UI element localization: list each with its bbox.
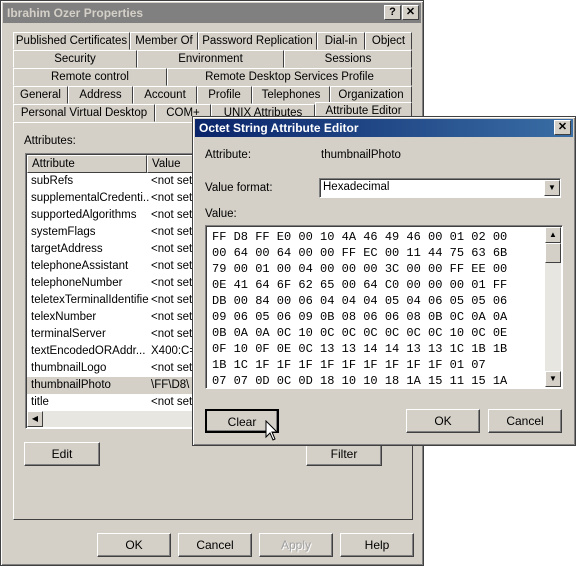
scroll-down-button[interactable]: ▼ xyxy=(545,371,561,387)
editor-close-button[interactable]: ✕ xyxy=(554,120,571,135)
attribute-name-cell: targetAddress xyxy=(31,243,103,255)
tab-environment[interactable]: Environment xyxy=(137,50,284,68)
value-format-selected: Hexadecimal xyxy=(323,181,390,193)
attribute-name-cell: supportedAlgorithms xyxy=(31,209,137,221)
chevron-down-icon[interactable]: ▼ xyxy=(544,180,560,196)
tab-address[interactable]: Address xyxy=(68,86,133,104)
hex-line: 0B 0A 0A 0C 10 0C 0C 0C 0C 0C 0C 10 0C 0… xyxy=(212,326,508,340)
attribute-name-cell: supplementalCredenti... xyxy=(31,192,149,204)
attribute-label: Attribute: xyxy=(205,149,252,161)
attribute-name-cell: subRefs xyxy=(31,175,74,187)
table-row[interactable]: targetAddress <not set> xyxy=(27,241,199,258)
attribute-name-cell: thumbnailPhoto xyxy=(31,379,111,391)
ok-button[interactable]: OK xyxy=(97,533,171,557)
hex-line: DB 00 84 00 06 04 04 04 05 04 06 05 05 0… xyxy=(212,294,508,308)
help-caption-button[interactable]: ? xyxy=(384,5,401,20)
column-header-attribute[interactable]: Attribute xyxy=(27,155,147,173)
horizontal-scrollbar[interactable]: ◀ xyxy=(27,411,199,427)
properties-title: Ibrahim Ozer Properties xyxy=(7,6,144,20)
hex-line: 0E 41 64 6F 62 65 00 64 C0 00 00 00 01 F… xyxy=(212,278,508,292)
close-icon: ✕ xyxy=(557,121,568,133)
tab-sessions[interactable]: Sessions xyxy=(284,50,412,68)
table-row[interactable]: subRefs <not set> xyxy=(27,173,199,190)
editor-cancel-button[interactable]: Cancel xyxy=(488,409,562,433)
hex-line: 1B 1C 1F 1F 1F 1F 1F 1F 1F 1F 1F 01 07 xyxy=(212,358,486,372)
hex-line: 79 00 01 00 04 00 00 00 3C 00 00 FF EE 0… xyxy=(212,262,508,276)
table-row[interactable]: thumbnailLogo <not set> xyxy=(27,360,199,377)
hex-line: 0F 10 0F 0E 0C 13 13 14 14 13 13 1C 1B 1… xyxy=(212,342,508,356)
tab-remote-control[interactable]: Remote control xyxy=(13,68,167,86)
editor-titlebar: Octet String Attribute Editor xyxy=(195,119,573,137)
value-format-label: Value format: xyxy=(205,182,273,194)
attribute-name-cell: telephoneAssistant xyxy=(31,260,129,272)
attribute-name-cell: textEncodedORAddr... xyxy=(31,345,146,357)
attributes-rows: subRefs <not set> supplementalCredenti... <… xyxy=(27,173,199,411)
tab-published-certificates[interactable]: Published Certificates xyxy=(13,32,130,50)
tab-rds-profile[interactable]: Remote Desktop Services Profile xyxy=(167,68,412,86)
tab-general[interactable]: General xyxy=(13,86,68,104)
tab-profile[interactable]: Profile xyxy=(197,86,252,104)
value-format-select[interactable]: Hexadecimal ▼ xyxy=(319,178,561,198)
attribute-name-cell: systemFlags xyxy=(31,226,96,238)
editor-title: Octet String Attribute Editor xyxy=(199,121,359,135)
table-row[interactable]: title <not set> xyxy=(27,394,199,411)
attribute-name-cell: terminalServer xyxy=(31,328,106,340)
scroll-up-button[interactable]: ▲ xyxy=(545,227,561,243)
tab-account[interactable]: Account xyxy=(133,86,197,104)
tab-dial-in[interactable]: Dial-in xyxy=(317,32,365,50)
hex-line: 09 06 05 06 09 0B 08 06 06 08 0B 0C 0A 0… xyxy=(212,310,508,324)
table-row[interactable]: terminalServer <not set> xyxy=(27,326,199,343)
hex-value-textbox[interactable]: FF D8 FF E0 00 10 4A 46 49 46 00 01 02 0… xyxy=(205,225,563,389)
close-caption-button[interactable]: ✕ xyxy=(402,5,419,20)
attribute-value: thumbnailPhoto xyxy=(321,149,401,161)
octet-editor-dialog: Octet String Attribute Editor ✕ Attribut… xyxy=(192,116,576,446)
attribute-name-cell: title xyxy=(31,396,49,408)
tab-member-of[interactable]: Member Of xyxy=(130,32,198,50)
table-row[interactable]: supportedAlgorithms <not set> xyxy=(27,207,199,224)
help-icon: ? xyxy=(389,6,396,18)
scroll-left-button[interactable]: ◀ xyxy=(27,411,43,427)
table-row[interactable]: telephoneNumber <not set> xyxy=(27,275,199,292)
tab-password-replication[interactable]: Password Replication xyxy=(198,32,317,50)
hex-line: 07 07 0D 0C 0D 18 10 10 18 1A 15 11 15 1… xyxy=(212,374,508,388)
hex-value-lines: FF D8 FF E0 00 10 4A 46 49 46 00 01 02 0… xyxy=(212,229,542,389)
mouse-cursor-icon xyxy=(265,419,281,442)
table-row[interactable]: textEncodedORAddr... X400:C= xyxy=(27,343,199,360)
hex-line: 00 64 00 64 00 00 FF EC 00 11 44 75 63 6… xyxy=(212,246,508,260)
scroll-thumb[interactable] xyxy=(545,243,561,263)
vertical-scrollbar[interactable]: ▲ ▼ xyxy=(545,227,561,387)
attribute-name-cell: teletexTerminalIdentifier xyxy=(31,294,149,306)
close-icon: ✕ xyxy=(405,6,416,18)
table-row[interactable]: telephoneAssistant <not set> xyxy=(27,258,199,275)
attribute-name-cell: telephoneNumber xyxy=(31,277,123,289)
tab-personal-virtual-desktop[interactable]: Personal Virtual Desktop xyxy=(13,104,155,122)
help-button[interactable]: Help xyxy=(340,533,414,557)
tab-object[interactable]: Object xyxy=(365,32,412,50)
attribute-name-cell: thumbnailLogo xyxy=(31,362,107,374)
list-header: Attribute Value xyxy=(27,155,199,173)
editor-ok-button[interactable]: OK xyxy=(406,409,480,433)
tab-security[interactable]: Security xyxy=(13,50,137,68)
properties-titlebar: Ibrahim Ozer Properties xyxy=(3,3,421,23)
apply-button[interactable]: Apply xyxy=(259,533,333,557)
hex-line: FF D8 FF E0 00 10 4A 46 49 46 00 01 02 0… xyxy=(212,230,508,244)
cancel-button[interactable]: Cancel xyxy=(178,533,252,557)
attribute-name-cell: telexNumber xyxy=(31,311,97,323)
value-label: Value: xyxy=(205,208,237,220)
attributes-label: Attributes: xyxy=(24,135,76,147)
table-row[interactable]: thumbnailPhoto \FF\D8\ xyxy=(27,377,199,394)
table-row[interactable]: systemFlags <not set> xyxy=(27,224,199,241)
attributes-list[interactable]: Attribute Value subRefs <not set> suppleme… xyxy=(25,153,201,429)
edit-button[interactable]: Edit xyxy=(24,442,100,466)
table-row[interactable]: telexNumber <not set> xyxy=(27,309,199,326)
table-row[interactable]: teletexTerminalIdentifier <not set> xyxy=(27,292,199,309)
table-row[interactable]: supplementalCredenti... <not set> xyxy=(27,190,199,207)
